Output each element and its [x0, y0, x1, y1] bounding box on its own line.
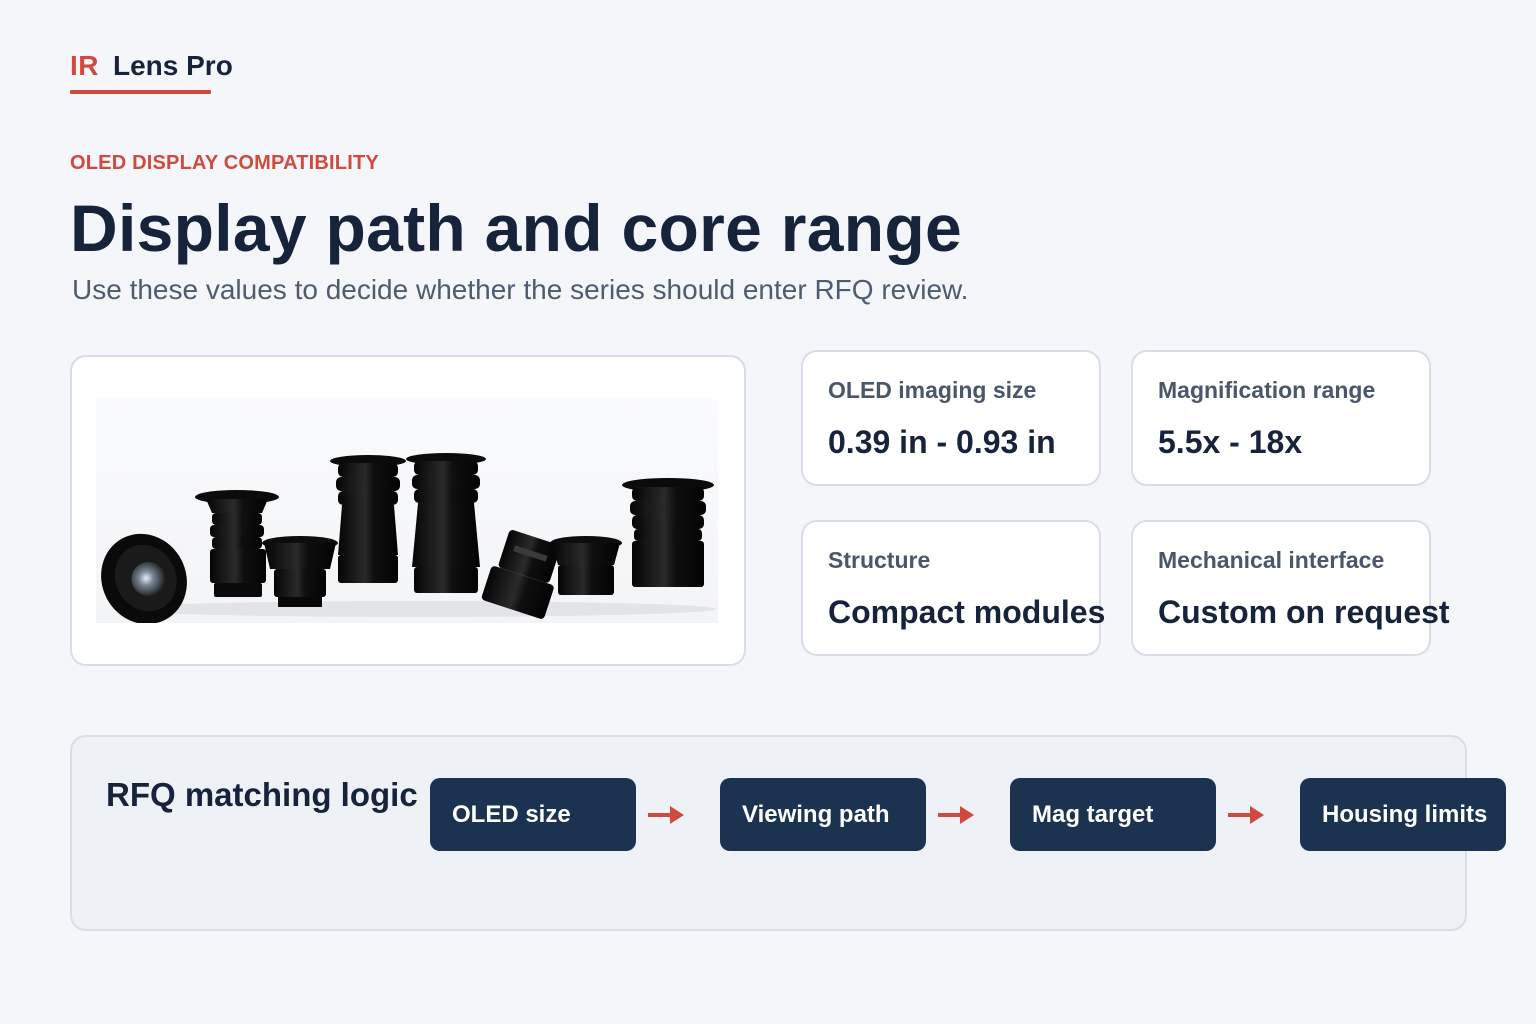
- spec-value: Compact modules: [828, 594, 1106, 630]
- spec-card-mechanical-interface: Mechanical interface Custom on request: [1131, 520, 1450, 656]
- brand-logo[interactable]: IR Lens Pro: [70, 50, 233, 82]
- eyepiece-lenses-illustration: [101, 453, 716, 625]
- section-eyebrow: OLED DISPLAY COMPATIBILITY: [70, 152, 379, 174]
- spec-card-structure: Structure Compact modules: [801, 520, 1105, 656]
- flow-step-oled-size[interactable]: OLED size: [430, 778, 636, 851]
- flow-step-viewing-path[interactable]: Viewing path: [720, 778, 926, 851]
- spec-label: Magnification range: [1158, 377, 1376, 403]
- brand-prefix: IR: [70, 50, 99, 81]
- brand-underline: [70, 90, 211, 94]
- product-photo-card: [70, 355, 746, 666]
- spec-label: OLED imaging size: [828, 377, 1037, 403]
- spec-value: Custom on request: [1158, 594, 1450, 630]
- rfq-flow-title: RFQ matching logic: [106, 776, 418, 813]
- spec-card-magnification: Magnification range 5.5x - 18x: [1131, 350, 1431, 486]
- brand-name: Lens Pro: [113, 50, 233, 81]
- page-subtitle: Use these values to decide whether the s…: [72, 274, 969, 305]
- spec-label: Structure: [828, 547, 931, 573]
- page-title: Display path and core range: [70, 191, 963, 265]
- arrow-right-icon: [1228, 806, 1264, 824]
- flow-step-housing-limits[interactable]: Housing limits: [1300, 778, 1506, 851]
- spec-value: 0.39 in - 0.93 in: [828, 424, 1056, 460]
- spec-value: 5.5x - 18x: [1158, 424, 1303, 460]
- product-photo: [96, 399, 718, 625]
- spec-label: Mechanical interface: [1158, 547, 1385, 573]
- arrow-right-icon: [648, 806, 684, 824]
- flow-step-mag-target[interactable]: Mag target: [1010, 778, 1216, 851]
- spec-card-oled-size: OLED imaging size 0.39 in - 0.93 in: [801, 350, 1101, 486]
- arrow-right-icon: [938, 806, 974, 824]
